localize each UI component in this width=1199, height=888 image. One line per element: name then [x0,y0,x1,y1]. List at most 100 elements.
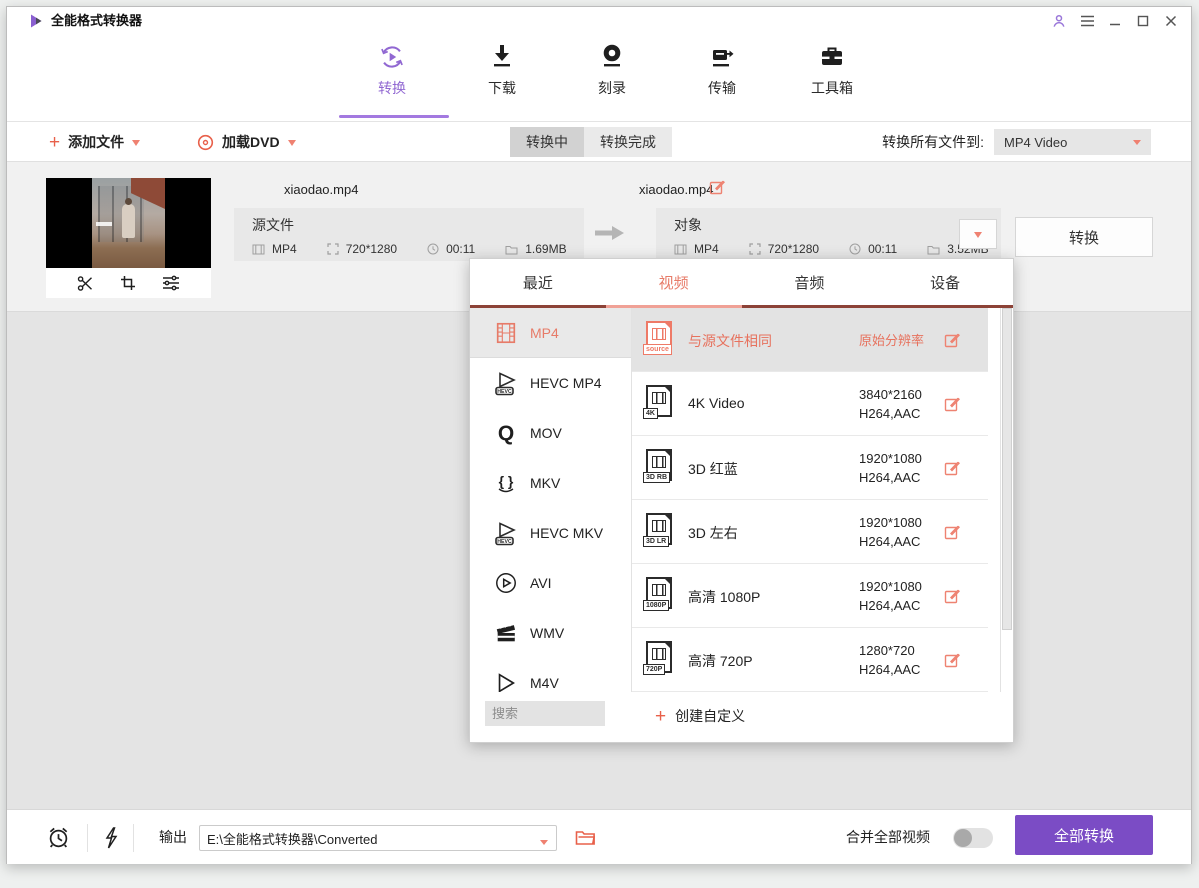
format-item-m4v[interactable]: M4V [470,658,631,692]
source-file-icon: source [646,321,672,353]
preset-list: source 与源文件相同 原始分辨率 4K 4K Video 3840*216… [632,308,988,692]
convert-direction-arrow-icon [595,225,625,241]
thumbnail-photo [92,178,165,268]
source-info-box: 源文件 MP4 720*1280 00:11 1.69MB [234,208,584,261]
preset-row-same-as-source[interactable]: source 与源文件相同 原始分辨率 [632,308,988,372]
edit-preset-icon[interactable] [944,652,960,668]
rename-edit-icon[interactable] [709,179,725,195]
tab-download[interactable]: 下载 [447,43,557,98]
preset-row-hd-1080p[interactable]: 1080P 高清 1080P 1920*1080H264,AAC [632,564,988,628]
minimize-icon[interactable] [1107,13,1123,29]
format-item-avi[interactable]: AVI [470,558,631,608]
open-folder-icon[interactable] [575,810,596,865]
chevron-down-icon [1133,140,1141,149]
format-item-mkv[interactable]: { } MKV [470,458,631,508]
scrollbar-thumb[interactable] [1002,308,1012,630]
duration-clock-icon [849,243,861,255]
preset-name: 高清 720P [688,651,753,671]
tab-transfer-label: 传输 [708,78,736,98]
app-window: 全能格式转换器 [6,6,1192,864]
edit-preset-icon[interactable] [944,460,960,476]
preset-name: 与源文件相同 [688,331,772,351]
tab-converting[interactable]: 转换中 [510,127,584,157]
toggle-knob [954,829,972,847]
play-circle-icon [492,570,519,597]
preset-row-hd-720p[interactable]: 720P 高清 720P 1280*720H264,AAC [632,628,988,692]
target-resolution: 720*1280 [768,242,819,256]
1080p-file-icon: 1080P [646,577,672,609]
toolbox-icon [818,43,846,71]
play-outline-icon [492,670,519,693]
maximize-icon[interactable] [1135,13,1151,29]
output-format-dropdown[interactable]: MP4 Video [994,129,1151,155]
close-icon[interactable] [1163,13,1179,29]
download-icon [489,43,515,71]
popup-tab-audio[interactable]: 音频 [742,259,878,305]
preset-row-4k[interactable]: 4K 4K Video 3840*2160H264,AAC [632,372,988,436]
svg-text:HEVC: HEVC [497,389,512,395]
preset-resolution: 原始分辨率 [859,331,924,350]
crop-icon[interactable] [120,275,136,291]
effects-adjust-icon[interactable] [162,275,180,291]
format-label: AVI [530,575,552,591]
source-filename: xiaodao.mp4 [284,182,358,197]
tab-toolbox[interactable]: 工具箱 [777,43,887,98]
edit-preset-icon[interactable] [944,396,960,412]
chevron-down-icon [132,140,140,150]
video-thumbnail[interactable] [46,178,211,268]
format-item-mov[interactable]: Q MOV [470,408,631,458]
film-icon [674,244,687,255]
edit-preset-icon[interactable] [944,332,960,348]
preset-row-3d-leftright[interactable]: 3D LR 3D 左右 1920*1080H264,AAC [632,500,988,564]
svg-text:HEVC: HEVC [497,539,512,545]
3d-rb-file-icon: 3D RB [646,449,672,481]
format-list: MP4 HEVC HEVC MP4 Q MOV { } MKV HEVC HEV… [470,308,632,692]
tab-burn[interactable]: 刻录 [557,43,667,98]
format-item-wmv[interactable]: WMV [470,608,631,658]
search-input[interactable] [485,701,605,726]
format-label: WMV [530,625,564,641]
active-tab-underline [339,115,449,118]
preset-row-3d-redblue[interactable]: 3D RB 3D 红蓝 1920*1080H264,AAC [632,436,988,500]
trim-scissors-icon[interactable] [77,275,94,292]
tab-finished[interactable]: 转换完成 [584,127,672,157]
schedule-alarm-icon[interactable] [46,810,71,865]
file-size-folder-icon [505,244,518,255]
merge-videos-toggle[interactable] [953,828,993,848]
popup-tab-video[interactable]: 视频 [606,259,742,305]
load-dvd-label: 加载DVD [222,132,280,152]
edit-preset-icon[interactable] [944,524,960,540]
add-files-button[interactable]: + 添加文件 [49,122,140,162]
clapperboard-icon [492,620,519,647]
popup-tab-recent[interactable]: 最近 [470,259,606,305]
create-custom-button[interactable]: + 创建自定义 [655,690,745,742]
popup-body: MP4 HEVC HEVC MP4 Q MOV { } MKV HEVC HEV… [470,308,1013,692]
tab-transfer[interactable]: 传输 [667,43,777,98]
convert-button[interactable]: 转换 [1015,217,1153,257]
merge-videos-label: 合并全部视频 [846,810,930,865]
plus-icon: + [49,133,60,152]
load-dvd-button[interactable]: 加载DVD [197,122,296,162]
preset-scrollbar[interactable] [1000,308,1013,692]
hevc-play-icon: HEVC [492,370,519,397]
target-info-box: 对象 MP4 720*1280 00:11 3.52MB [656,208,1001,261]
format-item-hevc-mkv[interactable]: HEVC HEVC MKV [470,508,631,558]
convert-all-button[interactable]: 全部转换 [1015,815,1153,855]
user-account-icon[interactable] [1051,13,1067,29]
convert-icon [377,43,407,71]
menu-icon[interactable] [1079,13,1095,29]
edit-preset-icon[interactable] [944,588,960,604]
format-item-mp4[interactable]: MP4 [470,308,631,358]
tab-toolbox-label: 工具箱 [811,78,853,98]
svg-text:Q: Q [497,422,513,445]
tab-convert[interactable]: 转换 [337,43,447,98]
file-size-folder-icon [927,244,940,255]
preset-specs: 3840*2160H264,AAC [859,385,922,423]
output-path-input[interactable] [199,825,557,851]
target-label: 对象 [674,215,1001,235]
popup-tab-device[interactable]: 设备 [877,259,1013,305]
target-format-dropdown-button[interactable] [959,219,997,249]
high-speed-bolt-icon[interactable] [103,810,119,865]
format-item-hevc-mp4[interactable]: HEVC HEVC MP4 [470,358,631,408]
bottom-bar: 输出 合并全部视频 全部转换 [7,809,1191,864]
